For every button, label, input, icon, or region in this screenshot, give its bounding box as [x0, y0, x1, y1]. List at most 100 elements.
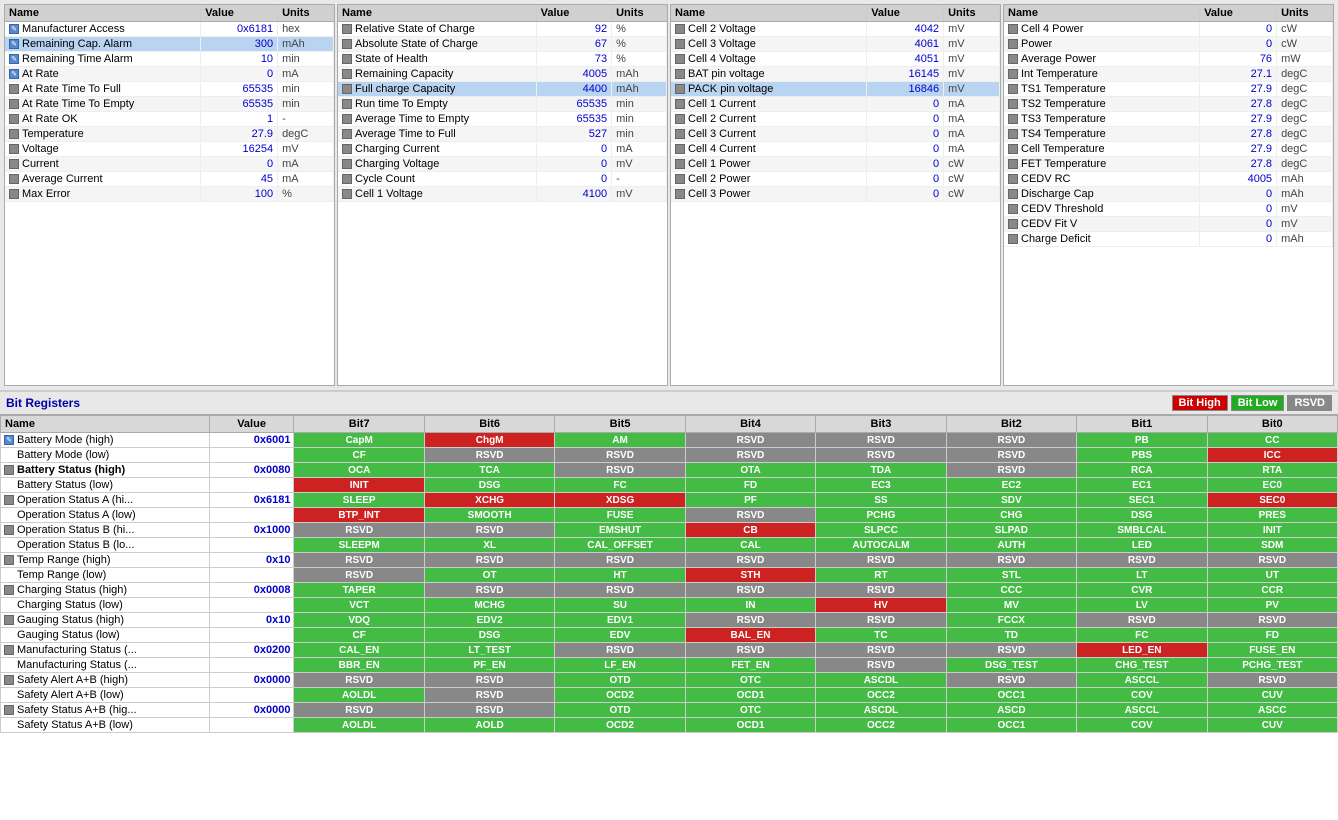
lock-icon [342, 144, 352, 154]
table-row: Current0mA [5, 157, 334, 172]
table-row: Discharge Cap0mAh [1004, 187, 1333, 202]
lock-icon [9, 84, 19, 94]
col-bit5: Bit5 [555, 416, 685, 433]
lock-icon [675, 69, 685, 79]
lock-icon [4, 465, 14, 475]
bit-register-row: Operation Status B (hi...0x1000RSVDRSVDE… [1, 523, 1338, 538]
lock-icon [342, 39, 352, 49]
table-row: Full charge Capacity4400mAh [338, 82, 667, 97]
table-row: Cell 3 Current0mA [671, 127, 1000, 142]
table-row: Cell 1 Current0mA [671, 97, 1000, 112]
lock-icon [342, 174, 352, 184]
lock-icon [342, 69, 352, 79]
table-row: Cell 4 Power0cW [1004, 22, 1333, 37]
bit-register-row: Charging Status (low)VCTMCHGSUINHVMVLVPV [1, 598, 1338, 613]
table-row: At Rate OK1- [5, 112, 334, 127]
bit-register-row: ✎Battery Mode (high)0x6001CapMChgMAMRSVD… [1, 433, 1338, 448]
table-row: CEDV Threshold0mV [1004, 202, 1333, 217]
bit-table-header-row: Name Value Bit7 Bit6 Bit5 Bit4 Bit3 Bit2… [1, 416, 1338, 433]
table-row: PACK pin voltage16846mV [671, 82, 1000, 97]
lock-icon [342, 189, 352, 199]
table-row: ✎Manufacturer Access0x6181hex [5, 22, 334, 37]
lock-icon [9, 129, 19, 139]
table-row: Voltage16254mV [5, 142, 334, 157]
data-panel-4: NameValueUnitsCell 4 Power0cWPower0cWAve… [1003, 4, 1334, 386]
table-row: Average Power76mW [1004, 52, 1333, 67]
lock-icon [342, 114, 352, 124]
col-bit0: Bit0 [1207, 416, 1337, 433]
lock-icon [1008, 144, 1018, 154]
bit-registers-title: Bit Registers [6, 396, 80, 410]
lock-icon [9, 114, 19, 124]
edit-icon: ✎ [9, 24, 19, 34]
table-row: ✎Remaining Time Alarm10min [5, 52, 334, 67]
table-row: Cell 1 Power0cW [671, 157, 1000, 172]
lock-icon [1008, 234, 1018, 244]
table-row: Temperature27.9degC [5, 127, 334, 142]
lock-icon [1008, 24, 1018, 34]
lock-icon [4, 675, 14, 685]
table-row: Cell 2 Power0cW [671, 172, 1000, 187]
table-row: Average Time to Full527min [338, 127, 667, 142]
bit-register-row: Manufacturing Status (...BBR_ENPF_ENLF_E… [1, 658, 1338, 673]
legend-rsvd[interactable]: RSVD [1287, 395, 1332, 411]
bit-register-row: Charging Status (high)0x0008TAPERRSVDRSV… [1, 583, 1338, 598]
bit-registers-header: Bit Registers Bit High Bit Low RSVD [0, 392, 1338, 415]
table-row: Cell 1 Voltage4100mV [338, 187, 667, 202]
data-panel-1: NameValueUnits✎Manufacturer Access0x6181… [4, 4, 335, 386]
lock-icon [1008, 129, 1018, 139]
table-row: Relative State of Charge92% [338, 22, 667, 37]
lock-icon [1008, 69, 1018, 79]
col-bit2: Bit2 [946, 416, 1076, 433]
lock-icon [342, 129, 352, 139]
bottom-section: Bit Registers Bit High Bit Low RSVD Name… [0, 390, 1338, 820]
table-row: Absolute State of Charge67% [338, 37, 667, 52]
lock-icon [9, 144, 19, 154]
col-bit3: Bit3 [816, 416, 946, 433]
legend-bit-low[interactable]: Bit Low [1231, 395, 1285, 411]
table-row: Cell Temperature27.9degC [1004, 142, 1333, 157]
bit-register-row: Operation Status A (low)BTP_INTSMOOTHFUS… [1, 508, 1338, 523]
table-row: Cell 4 Current0mA [671, 142, 1000, 157]
bit-register-row: Temp Range (low)RSVDOTHTSTHRTSTLLTUT [1, 568, 1338, 583]
lock-icon [1008, 219, 1018, 229]
lock-icon [9, 99, 19, 109]
lock-icon [675, 39, 685, 49]
legend-bit-high[interactable]: Bit High [1172, 395, 1228, 411]
table-row: Charge Deficit0mAh [1004, 232, 1333, 247]
bit-table-body: ✎Battery Mode (high)0x6001CapMChgMAMRSVD… [1, 433, 1338, 733]
lock-icon [1008, 204, 1018, 214]
lock-icon [675, 129, 685, 139]
table-row: Charging Current0mA [338, 142, 667, 157]
col-bit7: Bit7 [294, 416, 424, 433]
table-row: TS3 Temperature27.9degC [1004, 112, 1333, 127]
top-section: NameValueUnits✎Manufacturer Access0x6181… [0, 0, 1338, 390]
lock-icon [4, 615, 14, 625]
col-bit6: Bit6 [424, 416, 554, 433]
lock-icon [1008, 189, 1018, 199]
lock-icon [9, 174, 19, 184]
lock-icon [342, 159, 352, 169]
lock-icon [4, 525, 14, 535]
table-row: Max Error100% [5, 187, 334, 202]
bit-register-row: Battery Status (low)INITDSGFCFDEC3EC2EC1… [1, 478, 1338, 493]
table-row: TS1 Temperature27.9degC [1004, 82, 1333, 97]
lock-icon [1008, 99, 1018, 109]
lock-icon [675, 159, 685, 169]
lock-icon [342, 84, 352, 94]
bit-register-row: Safety Status A+B (low)AOLDLAOLDOCD2OCD1… [1, 718, 1338, 733]
col-bit1: Bit1 [1077, 416, 1207, 433]
bit-register-row: Safety Status A+B (hig...0x0000RSVDRSVDO… [1, 703, 1338, 718]
lock-icon [9, 189, 19, 199]
table-row: Average Current45mA [5, 172, 334, 187]
table-row: Power0cW [1004, 37, 1333, 52]
lock-icon [675, 189, 685, 199]
bit-register-row: Safety Alert A+B (low)AOLDLRSVDOCD2OCD1O… [1, 688, 1338, 703]
table-row: TS2 Temperature27.8degC [1004, 97, 1333, 112]
bit-register-row: Gauging Status (high)0x10VDQEDV2EDV1RSVD… [1, 613, 1338, 628]
bit-register-row: Manufacturing Status (...0x0200CAL_ENLT_… [1, 643, 1338, 658]
bit-register-row: Gauging Status (low)CFDSGEDVBAL_ENTCTDFC… [1, 628, 1338, 643]
bit-register-row: Safety Alert A+B (high)0x0000RSVDRSVDOTD… [1, 673, 1338, 688]
col-value: Value [209, 416, 294, 433]
bit-table-container[interactable]: Name Value Bit7 Bit6 Bit5 Bit4 Bit3 Bit2… [0, 415, 1338, 820]
